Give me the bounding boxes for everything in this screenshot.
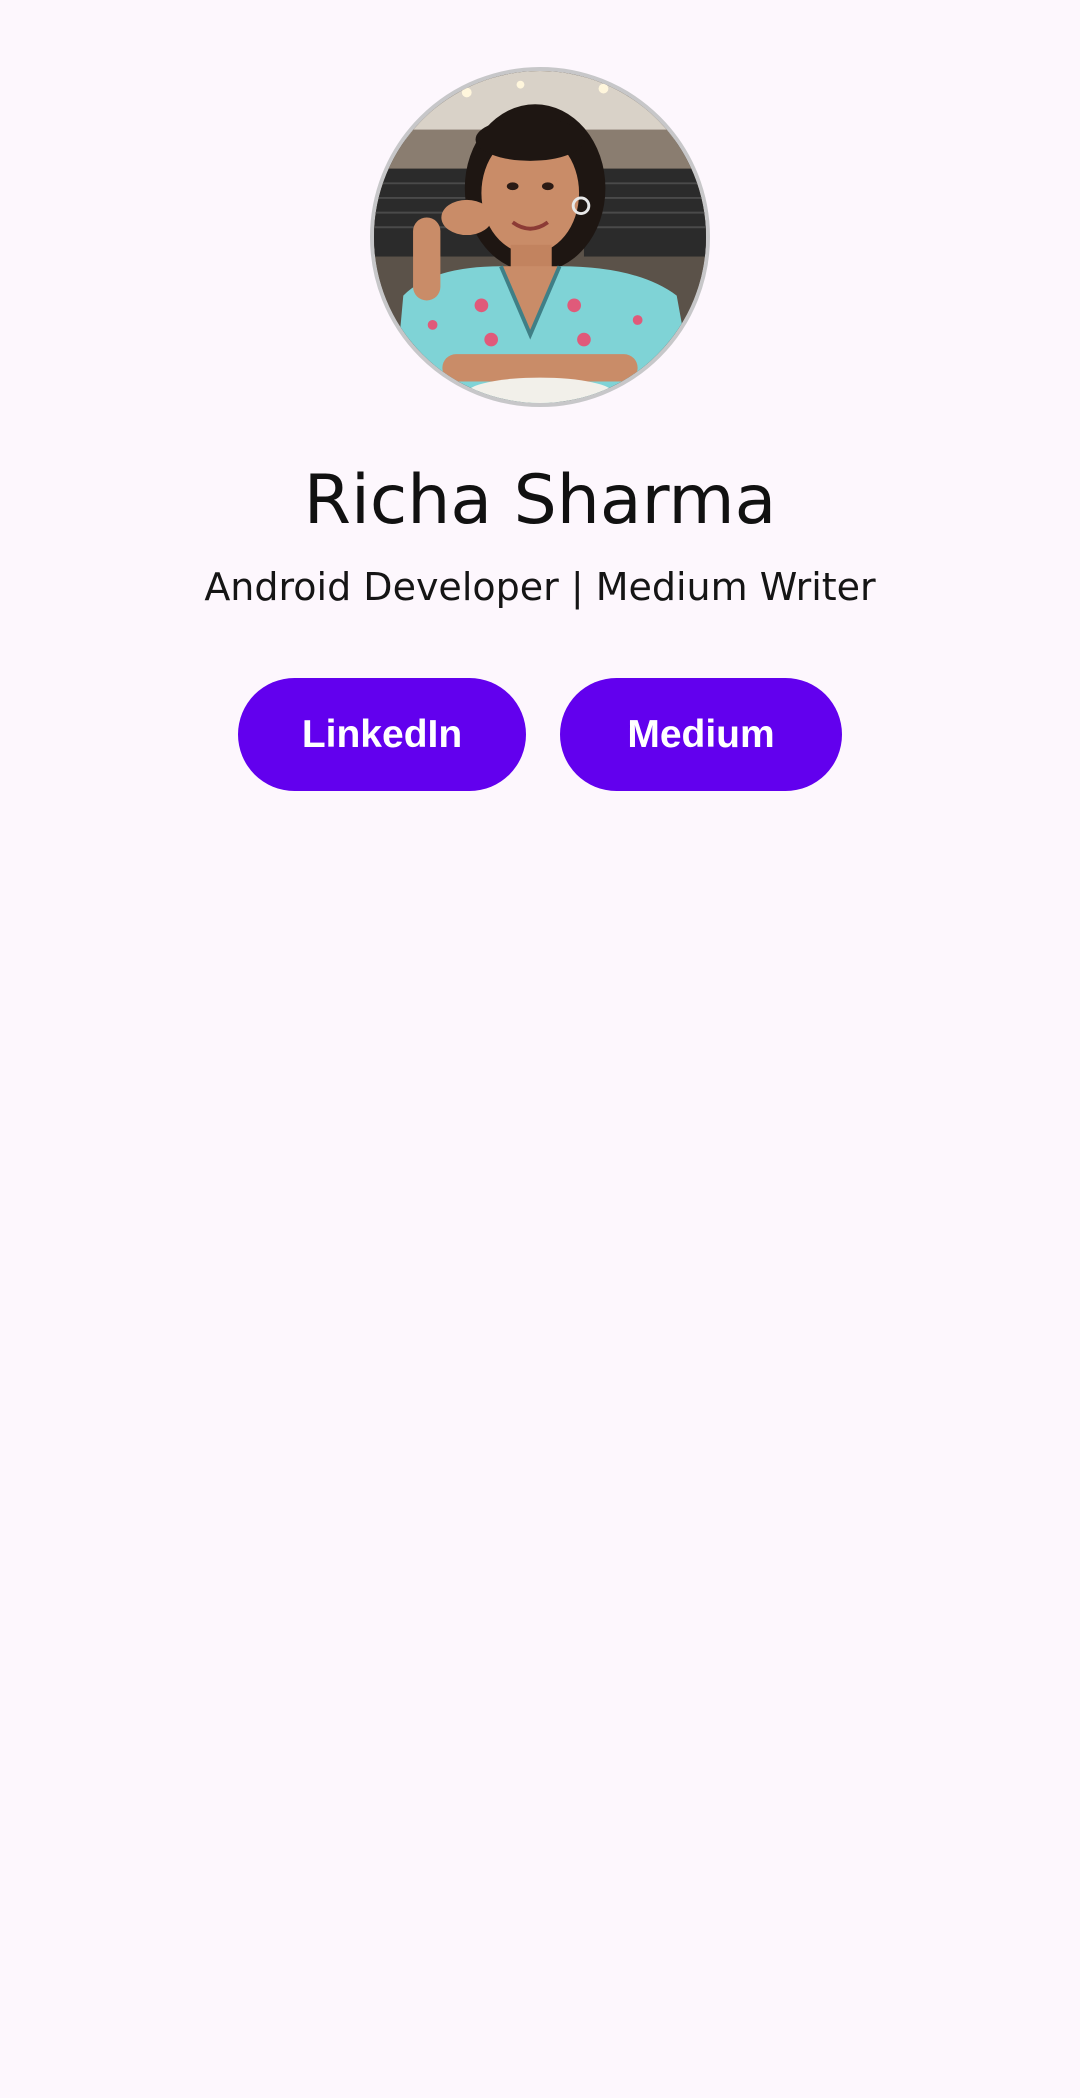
profile-name: Richa Sharma bbox=[303, 461, 777, 540]
profile-photo-icon bbox=[374, 71, 706, 403]
medium-button[interactable]: Medium bbox=[560, 678, 842, 791]
profile-screen: Richa Sharma Android Developer | Medium … bbox=[0, 0, 1080, 2098]
avatar bbox=[370, 67, 710, 407]
linkedin-button[interactable]: LinkedIn bbox=[238, 678, 526, 791]
profile-tagline: Android Developer | Medium Writer bbox=[204, 565, 876, 609]
